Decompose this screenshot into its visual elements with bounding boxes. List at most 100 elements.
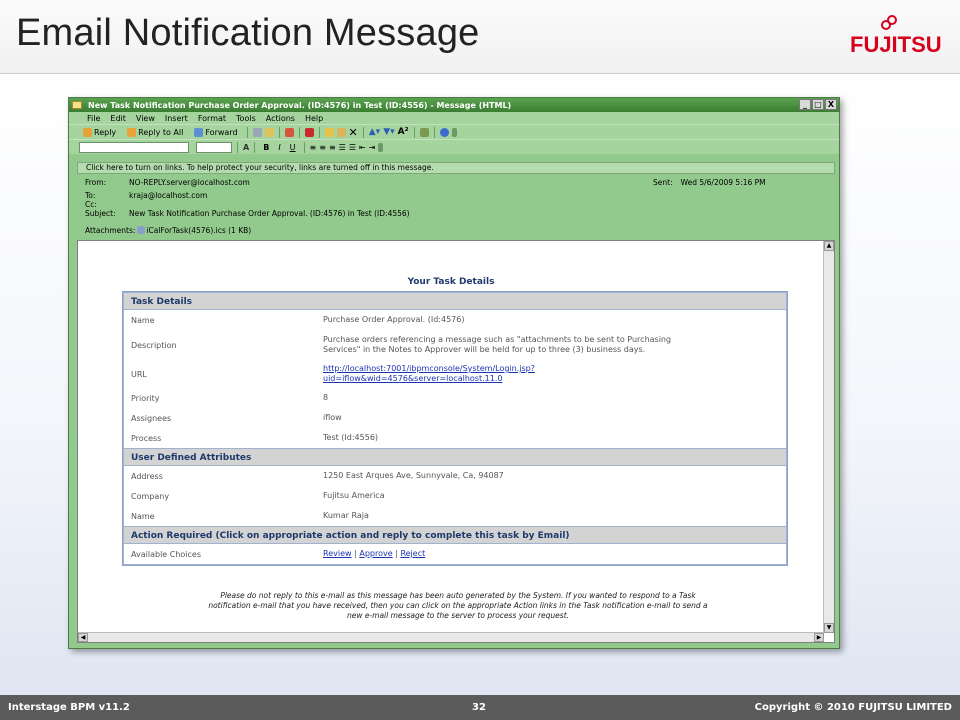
horizontal-scrollbar[interactable]: ◀ ▶ xyxy=(78,632,824,642)
attachments-label: Attachments: xyxy=(85,226,136,235)
attachment-link[interactable]: iCalForTask(4576).ics (1 KB) xyxy=(146,226,251,236)
choice-separator: | xyxy=(354,549,357,558)
font-size-icon[interactable]: A² xyxy=(398,127,409,137)
toolbar-separator xyxy=(413,126,415,138)
menu-help[interactable]: Help xyxy=(305,114,323,123)
maximize-button[interactable]: □ xyxy=(812,99,824,110)
address-label: Address xyxy=(131,471,163,481)
menu-edit[interactable]: Edit xyxy=(110,114,126,123)
slide-footer: Interstage BPM v11.2 32 Copyright © 2010… xyxy=(0,695,960,720)
delete-icon[interactable]: ✕ xyxy=(349,126,358,139)
minimize-button[interactable]: _ xyxy=(799,99,811,110)
menu-actions[interactable]: Actions xyxy=(266,114,295,123)
task-name-value: Purchase Order Approval. (Id:4576) xyxy=(323,315,465,324)
email-message-window: New Task Notification Purchase Order App… xyxy=(68,97,840,649)
slide-title: Email Notification Message xyxy=(16,12,480,54)
bullets-icon[interactable]: ☰ xyxy=(339,143,346,152)
follow-up-flag-icon[interactable] xyxy=(304,127,314,137)
categorize-icon[interactable] xyxy=(284,127,294,137)
font-color-icon[interactable]: A xyxy=(243,143,249,152)
window-controls: _ □ X xyxy=(799,99,837,110)
scroll-left-arrow-icon[interactable]: ◀ xyxy=(78,633,88,642)
underline-button[interactable]: U xyxy=(290,143,296,152)
description-label: Description xyxy=(131,340,177,350)
numbering-icon[interactable]: ☰ xyxy=(349,143,356,152)
align-center-icon[interactable]: ≡ xyxy=(319,143,326,152)
reply-all-icon xyxy=(127,127,137,137)
menu-view[interactable]: View xyxy=(136,114,155,123)
align-left-icon[interactable]: ≡ xyxy=(310,143,317,152)
disclaimer-line: new e-mail message to the server to proc… xyxy=(346,611,570,620)
toolbar-options-icon[interactable] xyxy=(378,142,384,152)
menu-bar: File Edit View Insert Format Tools Actio… xyxy=(69,112,839,124)
vertical-scrollbar[interactable]: ▲ ▼ xyxy=(823,241,834,633)
sent-row: Sent: Wed 5/6/2009 5:16 PM xyxy=(653,178,766,187)
italic-button[interactable]: I xyxy=(278,143,280,152)
to-value: kraja@localhost.com xyxy=(129,191,208,200)
reject-link[interactable]: Reject xyxy=(400,549,425,558)
align-right-icon[interactable]: ≡ xyxy=(329,143,336,152)
toolbar-separator xyxy=(362,126,364,138)
approve-link[interactable]: Approve xyxy=(359,549,392,558)
bold-button[interactable]: B xyxy=(263,143,269,152)
find-icon[interactable] xyxy=(336,127,346,137)
menu-format[interactable]: Format xyxy=(198,114,226,123)
next-item-icon[interactable]: ▼▾ xyxy=(383,127,394,137)
from-label: From: xyxy=(85,178,107,187)
open-folder-icon[interactable] xyxy=(324,127,334,137)
print-icon[interactable] xyxy=(252,127,262,137)
task-details-header: Task Details xyxy=(123,292,787,310)
subject-value: New Task Notification Purchase Order App… xyxy=(129,209,410,218)
close-button[interactable]: X xyxy=(825,99,837,110)
calendar-file-icon xyxy=(137,226,146,234)
description-line: Purchase orders referencing a message su… xyxy=(323,335,672,344)
footer-copyright: Copyright © 2010 FUJITSU LIMITED xyxy=(754,702,952,713)
security-infobar[interactable]: Click here to turn on links. To help pro… xyxy=(77,162,835,174)
decrease-indent-icon[interactable]: ⇤ xyxy=(359,143,366,152)
person-name-value: Kumar Raja xyxy=(323,511,369,520)
envelope-icon xyxy=(72,101,82,109)
scroll-down-arrow-icon[interactable]: ▼ xyxy=(824,623,834,633)
process-label: Process xyxy=(131,433,162,443)
reply-button[interactable]: Reply xyxy=(79,126,120,138)
assignees-value: iflow xyxy=(323,413,342,422)
review-link[interactable]: Review xyxy=(323,549,352,558)
reply-all-button[interactable]: Reply to All xyxy=(123,126,187,138)
toolbar-options-icon[interactable] xyxy=(451,127,457,137)
help-icon[interactable] xyxy=(439,127,449,137)
font-size-select[interactable] xyxy=(196,141,232,153)
footer-product: Interstage BPM v11.2 xyxy=(8,702,130,713)
menu-insert[interactable]: Insert xyxy=(165,114,188,123)
increase-indent-icon[interactable]: ⇥ xyxy=(369,143,376,152)
table-row: Address 1250 East Arques Ave, Sunnyvale,… xyxy=(124,466,786,486)
previous-item-icon[interactable]: ▲▾ xyxy=(369,127,380,137)
action-section: Available Choices Review | Approve | Rej… xyxy=(123,544,787,565)
task-details-section: Name Purchase Order Approval. (Id:4576) … xyxy=(123,310,787,448)
table-row: Name Kumar Raja xyxy=(124,506,786,526)
scroll-right-arrow-icon[interactable]: ▶ xyxy=(814,633,824,642)
menu-tools[interactable]: Tools xyxy=(236,114,256,123)
window-title: New Task Notification Purchase Order App… xyxy=(88,100,512,110)
priority-label: Priority xyxy=(131,393,160,403)
url-label: URL xyxy=(131,369,147,379)
assignees-label: Assignees xyxy=(131,413,172,423)
toolbar-separator xyxy=(246,126,248,138)
table-row: Company Fujitsu America xyxy=(124,486,786,506)
task-url-link[interactable]: http://localhost:7001/ibpmconsole/System… xyxy=(323,364,535,373)
task-url-link-cont[interactable]: uid=iflow&wid=4576&server=localhost.11.0 xyxy=(323,374,502,383)
formatting-toolbar: A B I U ≡ ≡ ≡ ☰ ☰ ⇤ ⇥ xyxy=(69,139,839,154)
disclaimer-line: notification e-mail that you have receiv… xyxy=(208,601,708,610)
task-details-table: Task Details Name Purchase Order Approva… xyxy=(122,291,788,566)
address-book-icon[interactable] xyxy=(419,127,429,137)
toolbar-separator xyxy=(278,126,280,138)
forward-button[interactable]: Forward xyxy=(190,126,241,138)
scroll-up-arrow-icon[interactable]: ▲ xyxy=(824,241,834,251)
task-details-heading: Your Task Details xyxy=(407,277,495,287)
auto-generated-disclaimer: Please do not reply to this e-mail as th… xyxy=(118,591,798,621)
forward-icon xyxy=(194,127,204,137)
table-row: Name Purchase Order Approval. (Id:4576) xyxy=(124,310,786,330)
window-titlebar[interactable]: New Task Notification Purchase Order App… xyxy=(69,98,839,112)
style-select[interactable] xyxy=(79,141,189,153)
move-to-folder-icon[interactable] xyxy=(264,127,274,137)
menu-file[interactable]: File xyxy=(87,114,100,123)
